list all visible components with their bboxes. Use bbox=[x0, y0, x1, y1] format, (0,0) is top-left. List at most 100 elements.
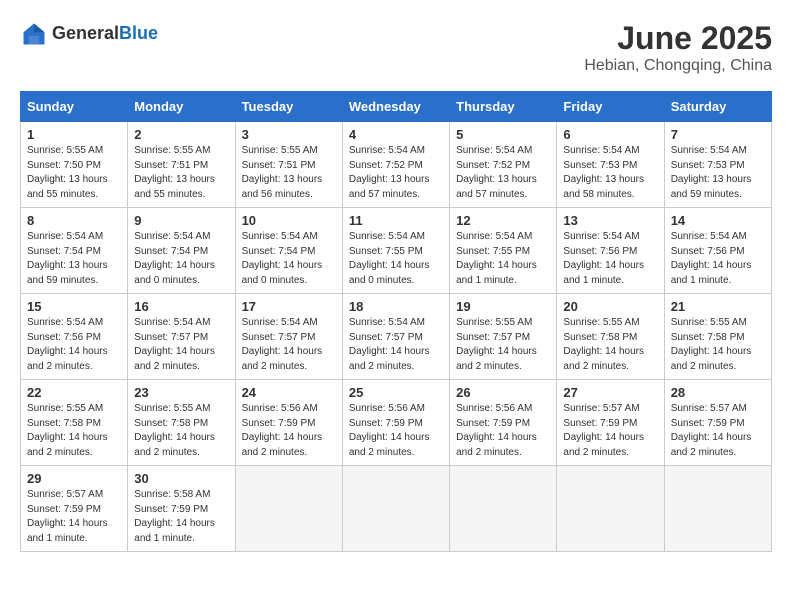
calendar-cell: 9 Sunrise: 5:54 AM Sunset: 7:54 PM Daylig… bbox=[128, 208, 235, 294]
day-info: Sunrise: 5:54 AM Sunset: 7:57 PM Dayligh… bbox=[349, 316, 443, 374]
day-info: Sunrise: 5:54 AM Sunset: 7:56 PM Dayligh… bbox=[671, 230, 765, 288]
day-number: 30 bbox=[134, 471, 228, 486]
calendar-cell: 1 Sunrise: 5:55 AM Sunset: 7:50 PM Daylig… bbox=[21, 122, 128, 208]
day-number: 12 bbox=[456, 213, 550, 228]
day-info: Sunrise: 5:55 AM Sunset: 7:57 PM Dayligh… bbox=[456, 316, 550, 374]
calendar-cell: 16Sunrise: 5:54 AM Sunset: 7:57 PM Dayli… bbox=[128, 294, 235, 380]
day-info: Sunrise: 5:58 AM Sunset: 7:59 PM Dayligh… bbox=[134, 488, 228, 546]
logo-general: General bbox=[52, 24, 119, 44]
day-info: Sunrise: 5:54 AM Sunset: 7:52 PM Dayligh… bbox=[349, 144, 443, 202]
header-tuesday: Tuesday bbox=[235, 92, 342, 122]
day-number: 19 bbox=[456, 299, 550, 314]
day-info: Sunrise: 5:54 AM Sunset: 7:56 PM Dayligh… bbox=[27, 316, 121, 374]
location: Hebian, Chongqing, China bbox=[584, 57, 772, 75]
day-number: 4 bbox=[349, 127, 443, 142]
day-number: 24 bbox=[242, 385, 336, 400]
calendar-row: 1 Sunrise: 5:55 AM Sunset: 7:50 PM Daylig… bbox=[21, 122, 772, 208]
day-info: Sunrise: 5:57 AM Sunset: 7:59 PM Dayligh… bbox=[671, 402, 765, 460]
calendar-cell: 4 Sunrise: 5:54 AM Sunset: 7:52 PM Daylig… bbox=[342, 122, 449, 208]
day-number: 10 bbox=[242, 213, 336, 228]
calendar-cell: 23 Sunrise: 5:55 AM Sunset: 7:58 PM Dayli… bbox=[128, 380, 235, 466]
day-number: 14 bbox=[671, 213, 765, 228]
day-info: Sunrise: 5:55 AM Sunset: 7:51 PM Dayligh… bbox=[242, 144, 336, 202]
header-sunday: Sunday bbox=[21, 92, 128, 122]
day-number: 20 bbox=[563, 299, 657, 314]
calendar-cell: 25Sunrise: 5:56 AM Sunset: 7:59 PM Dayli… bbox=[342, 380, 449, 466]
day-number: 1 bbox=[27, 127, 121, 142]
day-info: Sunrise: 5:54 AM Sunset: 7:54 PM Dayligh… bbox=[27, 230, 121, 288]
header-monday: Monday bbox=[128, 92, 235, 122]
calendar-table: Sunday Monday Tuesday Wednesday Thursday… bbox=[20, 91, 772, 552]
header-thursday: Thursday bbox=[450, 92, 557, 122]
day-number: 15 bbox=[27, 299, 121, 314]
calendar-cell: 24 Sunrise: 5:56 AM Sunset: 7:59 PM Dayli… bbox=[235, 380, 342, 466]
calendar-cell: 11 Sunrise: 5:54 AM Sunset: 7:55 PM Dayli… bbox=[342, 208, 449, 294]
day-info: Sunrise: 5:57 AM Sunset: 7:59 PM Dayligh… bbox=[563, 402, 657, 460]
calendar-cell: 17Sunrise: 5:54 AM Sunset: 7:57 PM Dayli… bbox=[235, 294, 342, 380]
day-number: 21 bbox=[671, 299, 765, 314]
day-info: Sunrise: 5:55 AM Sunset: 7:58 PM Dayligh… bbox=[27, 402, 121, 460]
calendar-row: 29Sunrise: 5:57 AM Sunset: 7:59 PM Dayli… bbox=[21, 466, 772, 552]
calendar-row: 22 Sunrise: 5:55 AM Sunset: 7:58 PM Dayli… bbox=[21, 380, 772, 466]
day-info: Sunrise: 5:55 AM Sunset: 7:51 PM Dayligh… bbox=[134, 144, 228, 202]
calendar-cell: 27Sunrise: 5:57 AM Sunset: 7:59 PM Dayli… bbox=[557, 380, 664, 466]
calendar-cell: 14 Sunrise: 5:54 AM Sunset: 7:56 PM Dayli… bbox=[664, 208, 771, 294]
month-title: June 2025 bbox=[584, 20, 772, 57]
logo: GeneralBlue bbox=[20, 20, 158, 48]
day-info: Sunrise: 5:54 AM Sunset: 7:54 PM Dayligh… bbox=[134, 230, 228, 288]
day-number: 28 bbox=[671, 385, 765, 400]
day-info: Sunrise: 5:54 AM Sunset: 7:54 PM Dayligh… bbox=[242, 230, 336, 288]
calendar-cell: 6 Sunrise: 5:54 AM Sunset: 7:53 PM Daylig… bbox=[557, 122, 664, 208]
calendar-cell: 26Sunrise: 5:56 AM Sunset: 7:59 PM Dayli… bbox=[450, 380, 557, 466]
day-info: Sunrise: 5:55 AM Sunset: 7:58 PM Dayligh… bbox=[134, 402, 228, 460]
day-number: 11 bbox=[349, 213, 443, 228]
calendar-cell: 7 Sunrise: 5:54 AM Sunset: 7:53 PM Daylig… bbox=[664, 122, 771, 208]
day-info: Sunrise: 5:57 AM Sunset: 7:59 PM Dayligh… bbox=[27, 488, 121, 546]
calendar-cell: 22 Sunrise: 5:55 AM Sunset: 7:58 PM Dayli… bbox=[21, 380, 128, 466]
calendar-cell: 30 Sunrise: 5:58 AM Sunset: 7:59 PM Dayli… bbox=[128, 466, 235, 552]
day-info: Sunrise: 5:55 AM Sunset: 7:58 PM Dayligh… bbox=[671, 316, 765, 374]
calendar-row: 15 Sunrise: 5:54 AM Sunset: 7:56 PM Dayli… bbox=[21, 294, 772, 380]
calendar-cell: 8 Sunrise: 5:54 AM Sunset: 7:54 PM Daylig… bbox=[21, 208, 128, 294]
day-number: 23 bbox=[134, 385, 228, 400]
day-info: Sunrise: 5:55 AM Sunset: 7:50 PM Dayligh… bbox=[27, 144, 121, 202]
calendar-cell: 21 Sunrise: 5:55 AM Sunset: 7:58 PM Dayli… bbox=[664, 294, 771, 380]
title-area: June 2025 Hebian, Chongqing, China bbox=[584, 20, 772, 75]
day-number: 17 bbox=[242, 299, 336, 314]
day-number: 5 bbox=[456, 127, 550, 142]
day-info: Sunrise: 5:56 AM Sunset: 7:59 PM Dayligh… bbox=[242, 402, 336, 460]
day-number: 16 bbox=[134, 299, 228, 314]
day-number: 2 bbox=[134, 127, 228, 142]
day-number: 25 bbox=[349, 385, 443, 400]
calendar-cell: 2 Sunrise: 5:55 AM Sunset: 7:51 PM Daylig… bbox=[128, 122, 235, 208]
days-header-row: Sunday Monday Tuesday Wednesday Thursday… bbox=[21, 92, 772, 122]
day-info: Sunrise: 5:54 AM Sunset: 7:53 PM Dayligh… bbox=[671, 144, 765, 202]
day-info: Sunrise: 5:54 AM Sunset: 7:53 PM Dayligh… bbox=[563, 144, 657, 202]
header: GeneralBlue June 2025 Hebian, Chongqing,… bbox=[20, 20, 772, 75]
calendar-cell: 15 Sunrise: 5:54 AM Sunset: 7:56 PM Dayli… bbox=[21, 294, 128, 380]
header-saturday: Saturday bbox=[664, 92, 771, 122]
calendar-cell bbox=[557, 466, 664, 552]
logo-blue: Blue bbox=[119, 24, 158, 44]
logo-text: GeneralBlue bbox=[52, 24, 158, 44]
day-number: 22 bbox=[27, 385, 121, 400]
day-info: Sunrise: 5:54 AM Sunset: 7:56 PM Dayligh… bbox=[563, 230, 657, 288]
calendar-cell: 10 Sunrise: 5:54 AM Sunset: 7:54 PM Dayli… bbox=[235, 208, 342, 294]
day-info: Sunrise: 5:54 AM Sunset: 7:52 PM Dayligh… bbox=[456, 144, 550, 202]
calendar-row: 8 Sunrise: 5:54 AM Sunset: 7:54 PM Daylig… bbox=[21, 208, 772, 294]
header-friday: Friday bbox=[557, 92, 664, 122]
day-number: 6 bbox=[563, 127, 657, 142]
day-info: Sunrise: 5:54 AM Sunset: 7:55 PM Dayligh… bbox=[349, 230, 443, 288]
day-number: 7 bbox=[671, 127, 765, 142]
calendar-cell: 20Sunrise: 5:55 AM Sunset: 7:58 PM Dayli… bbox=[557, 294, 664, 380]
day-info: Sunrise: 5:54 AM Sunset: 7:55 PM Dayligh… bbox=[456, 230, 550, 288]
day-number: 18 bbox=[349, 299, 443, 314]
calendar-cell: 19 Sunrise: 5:55 AM Sunset: 7:57 PM Dayli… bbox=[450, 294, 557, 380]
header-wednesday: Wednesday bbox=[342, 92, 449, 122]
day-number: 8 bbox=[27, 213, 121, 228]
day-info: Sunrise: 5:56 AM Sunset: 7:59 PM Dayligh… bbox=[456, 402, 550, 460]
calendar-cell bbox=[235, 466, 342, 552]
calendar-cell: 3Sunrise: 5:55 AM Sunset: 7:51 PM Daylig… bbox=[235, 122, 342, 208]
day-number: 9 bbox=[134, 213, 228, 228]
calendar-cell bbox=[450, 466, 557, 552]
